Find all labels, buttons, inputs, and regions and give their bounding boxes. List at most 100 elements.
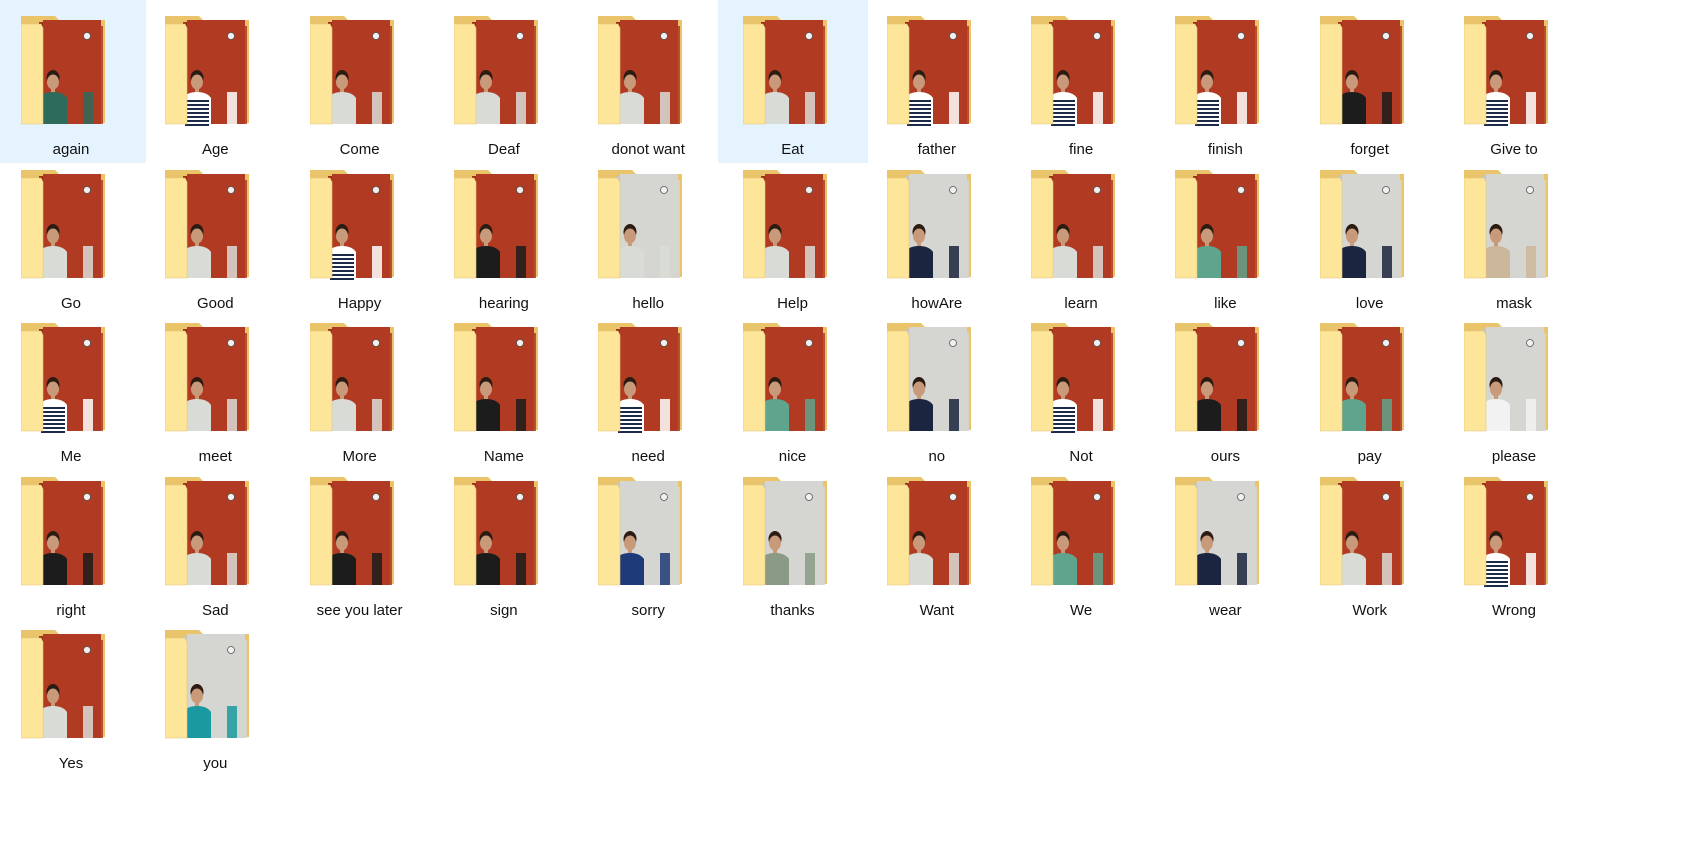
folder-icon [742,321,843,436]
folder-item[interactable]: love [1295,154,1445,317]
folder-icon [1319,475,1420,590]
folder-icon [453,14,554,129]
folder-item[interactable]: please [1439,307,1589,470]
folder-item[interactable]: Want [862,461,1012,624]
folder-item[interactable]: learn [1006,154,1156,317]
folder-item[interactable]: Work [1295,461,1445,624]
folder-icon [165,168,265,283]
folder-item[interactable]: Age [140,0,290,163]
folder-item[interactable]: mask [1439,154,1589,317]
folder-icon [453,475,554,590]
folder-item[interactable]: donot want [573,0,723,163]
folder-item[interactable]: nice [718,307,868,470]
folder-icon [1031,168,1131,283]
folder-item[interactable]: ours [1150,307,1300,470]
folder-item[interactable]: sorry [573,461,723,624]
folder-item[interactable]: Eat [717,0,868,163]
folder-icon [309,168,410,283]
folder-icon [742,168,843,283]
folder-icon [598,168,698,283]
folder-icon [21,475,121,590]
folder-icon [1175,14,1275,129]
folder-icon [165,475,265,590]
folder-icon [598,475,698,590]
folder-item[interactable]: hearing [429,154,579,317]
folder-icon [1319,14,1420,129]
folder-item[interactable]: Happy [285,154,435,317]
folder-item[interactable]: fine [1006,0,1156,163]
folder-icon [1464,168,1564,283]
folder-icon [1175,475,1275,590]
folder-label: wear [1209,601,1242,619]
folder-item[interactable]: pay [1295,307,1445,470]
folder-label: sorry [631,601,665,619]
folder-item[interactable]: Yes [0,614,146,777]
folder-item[interactable]: We [1006,461,1156,624]
folder-item[interactable]: wear [1150,461,1300,624]
folder-item[interactable]: Deaf [429,0,579,163]
folder-icon [886,14,987,129]
folder-item[interactable]: forget [1295,0,1445,163]
folder-icon [21,168,121,283]
folder-item[interactable]: thanks [718,461,868,624]
folder-icon [21,14,121,129]
folder-item[interactable]: howAre [862,154,1012,317]
folder-icon [453,168,554,283]
folder-item[interactable]: hello [573,154,723,317]
folder-icon [1464,475,1564,590]
folder-icon [886,168,987,283]
folder-item[interactable]: Not [1006,307,1156,470]
folder-item[interactable]: no [862,307,1012,470]
folder-icon [165,628,265,743]
folder-icon [165,321,265,436]
folder-item[interactable]: Go [0,154,146,317]
folder-icon [1175,168,1275,283]
folder-icon [1031,321,1131,436]
folder-icon [1319,168,1420,283]
folder-item[interactable]: like [1150,154,1300,317]
folder-icon [1175,321,1275,436]
folder-item[interactable]: Come [285,0,435,163]
folder-label: Wrong [1492,601,1536,619]
folder-icon [1464,14,1564,129]
folder-item[interactable]: finish [1150,0,1300,163]
folder-icon [21,321,121,436]
folder-label: sign [490,601,518,619]
folder-item[interactable]: father [862,0,1012,163]
folder-item[interactable]: sign [429,461,579,624]
folder-icon [309,321,410,436]
folder-item[interactable]: again [0,0,146,163]
folder-grid: again Age Come Deaf donot want Eat fathe… [0,0,1707,843]
folder-icon [598,321,698,436]
folder-item[interactable]: Give to [1439,0,1589,163]
folder-item[interactable]: Wrong [1439,461,1589,624]
folder-label: Want [919,601,955,619]
folder-icon [886,321,987,436]
folder-icon [1031,14,1131,129]
folder-icon [165,14,265,129]
folder-icon [1464,321,1564,436]
folder-item[interactable]: More [285,307,435,470]
folder-icon [886,475,987,590]
folder-item[interactable]: right [0,461,146,624]
folder-icon [598,14,698,129]
folder-item[interactable]: Good [140,154,290,317]
folder-icon [453,321,554,436]
folder-item[interactable]: Me [0,307,146,470]
folder-icon [1319,321,1420,436]
folder-item[interactable]: Sad [140,461,290,624]
folder-item[interactable]: need [573,307,723,470]
folder-item[interactable]: see you later [285,461,435,624]
folder-item[interactable]: Help [718,154,868,317]
folder-icon [309,475,410,590]
folder-item[interactable]: meet [140,307,290,470]
folder-icon [742,475,843,590]
folder-icon [21,628,121,743]
folder-label: We [1069,601,1093,619]
folder-label: Yes [58,755,84,772]
folder-icon [309,14,410,129]
folder-item[interactable]: Name [429,307,579,470]
folder-label: Work [1352,601,1388,619]
folder-item[interactable]: you [140,614,290,777]
folder-label: you [203,755,228,772]
